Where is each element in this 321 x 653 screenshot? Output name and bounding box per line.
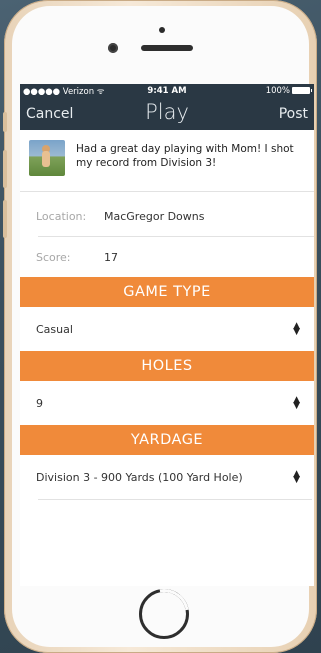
post-button[interactable]: Post — [279, 106, 308, 122]
game-type-header: GAME TYPE — [20, 277, 314, 307]
volume-up-button — [3, 150, 7, 188]
app-screen: ●●●●● Verizon ᯤ 9:41 AM 100% Cancel Play… — [20, 84, 314, 586]
battery-indicator: 100% — [266, 86, 312, 96]
holes-select[interactable]: 9 ▲ ▼ — [20, 381, 314, 425]
score-value: 17 — [104, 250, 118, 264]
game-type-select[interactable]: Casual ▲ ▼ — [20, 307, 314, 351]
divider — [38, 499, 312, 500]
select-arrows-icon: ▲ ▼ — [293, 395, 300, 411]
yardage-select[interactable]: Division 3 - 900 Yards (100 Yard Hole) ▲… — [20, 455, 314, 499]
holes-header: HOLES — [20, 351, 314, 381]
location-field[interactable]: Location: MacGregor Downs — [20, 196, 314, 236]
holes-value: 9 — [36, 396, 43, 410]
select-arrows-icon: ▲ ▼ — [293, 469, 300, 485]
score-label: Score: — [36, 250, 71, 264]
select-arrows-icon: ▲ ▼ — [293, 321, 300, 337]
post-photo-thumbnail[interactable] — [29, 140, 65, 176]
proximity-sensor — [159, 27, 165, 33]
mute-switch — [3, 112, 7, 132]
battery-icon — [292, 87, 312, 94]
volume-down-button — [3, 200, 7, 238]
carrier-signal: ●●●●● Verizon ᯤ — [23, 86, 105, 97]
score-field[interactable]: Score: 17 — [20, 237, 314, 277]
location-label: Location: — [36, 209, 87, 223]
cancel-button[interactable]: Cancel — [26, 106, 73, 122]
game-type-value: Casual — [36, 322, 73, 336]
post-composer: Had a great day playing with Mom! I shot… — [20, 130, 314, 192]
home-button[interactable] — [139, 589, 189, 639]
status-bar: ●●●●● Verizon ᯤ 9:41 AM 100% — [20, 84, 314, 98]
earpiece-speaker — [141, 45, 193, 51]
photo-person-body — [42, 151, 50, 167]
wifi-icon: ᯤ — [94, 86, 105, 97]
location-value: MacGregor Downs — [104, 209, 205, 223]
yardage-value: Division 3 - 900 Yards (100 Yard Hole) — [36, 470, 243, 484]
post-text[interactable]: Had a great day playing with Mom! I shot… — [76, 142, 306, 170]
navigation-bar: ●●●●● Verizon ᯤ 9:41 AM 100% Cancel Play… — [20, 84, 314, 130]
yardage-header: YARDAGE — [20, 425, 314, 455]
front-camera — [108, 43, 118, 53]
nav-row: Cancel Play Post — [20, 98, 314, 130]
